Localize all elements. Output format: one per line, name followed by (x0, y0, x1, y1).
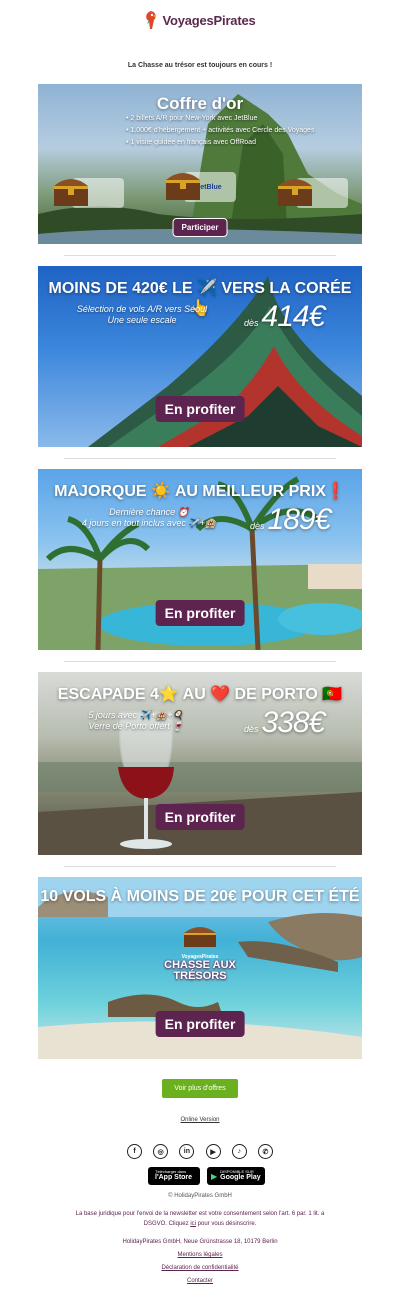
treasure-bullet-list: • 2 billets A/R pour New-York avec JetBl… (126, 113, 314, 149)
flights-title: 10 VOLS À MOINS DE 20€ POUR CET ÉTÉ (40, 888, 360, 905)
legal-line2: DSGVO. Cliquez ici pour vous désinscrire… (0, 1221, 400, 1227)
app-store-text: Télécharger dans l'App Store (155, 1170, 192, 1182)
treasure-bullet: • 1 visite guidée en français avec OffRo… (126, 139, 256, 146)
korea-sub-line1: Sélection de vols A/R vers Séoul (76, 304, 208, 314)
price-value: 414€ (261, 300, 326, 333)
participate-button[interactable]: Participer (172, 218, 228, 237)
company-address: HolidayPirates GmbH, Neue Grünstrasse 18… (122, 1239, 278, 1245)
treasure-title: Coffre d'or (156, 94, 244, 113)
porto-subtitle: 5 jours avec ✈️+🏨+🍳 Verre de Porto offer… (66, 710, 206, 732)
porto-title: ESCAPADE 4⭐ AU ❤️ DE PORTO 🇵🇹 (57, 686, 343, 703)
badge-chest-icon (184, 927, 216, 947)
social-links: f ◎ in ▶ ♪ ✆ (127, 1144, 273, 1160)
divider (64, 866, 336, 867)
porto-sub-line2: Verre de Porto offert 🍷 (88, 721, 184, 731)
linkedin-icon[interactable]: in (179, 1144, 195, 1159)
majorca-card[interactable]: MAJORQUE ☀️ AU MEILLEUR PRIX❗ Dernière c… (38, 469, 362, 650)
majorca-sub-line1: Dernière chance ⏰ (109, 507, 189, 517)
google-play-big: Google Play (220, 1174, 261, 1181)
online-version-link[interactable]: Online Version (180, 1117, 219, 1123)
treasure-bullet: • 2 billets A/R pour New-York avec JetBl… (126, 115, 258, 122)
porto-cta-button[interactable]: En profiter (155, 804, 245, 830)
chest-icon (166, 173, 200, 200)
flights-card[interactable]: 10 VOLS À MOINS DE 20€ POUR CET ÉTÉ Voya… (38, 877, 362, 1059)
whatsapp-icon[interactable]: ✆ (257, 1144, 273, 1159)
legal-notice-link[interactable]: Mentions légales (177, 1252, 222, 1258)
divider (64, 255, 336, 256)
contact-link[interactable]: Contacter (187, 1278, 213, 1284)
header: VoyagesPirates (0, 0, 400, 40)
majorca-sub-line2: 4 jours en tout inclus avec ✈️+🏨 (81, 518, 217, 528)
korea-subtitle: Sélection de vols A/R vers Séoul Une seu… (62, 304, 222, 326)
app-store-badge[interactable]: Télécharger dans l'App Store (148, 1167, 200, 1185)
chest-icon (278, 179, 312, 206)
legal-line1: La base juridique pour l'envoi de la new… (75, 1211, 325, 1217)
flights-cta-button[interactable]: En profiter (155, 1011, 245, 1037)
footer-link-row: Déclaration de confidentialité (0, 1265, 400, 1271)
more-offers-button[interactable]: Voir plus d'offres (162, 1079, 238, 1098)
privacy-link[interactable]: Déclaration de confidentialité (161, 1265, 238, 1271)
youtube-icon[interactable]: ▶ (205, 1144, 221, 1159)
legal-text-a: DSGVO. Cliquez (143, 1221, 191, 1227)
korea-cta-button[interactable]: En profiter (155, 396, 245, 422)
korea-price: dès 414€ (244, 300, 326, 334)
parrot-logo-icon (144, 10, 158, 30)
price-value: 189€ (267, 503, 332, 536)
copyright: © HolidayPirates GmbH (168, 1193, 232, 1199)
app-store-big: l'App Store (155, 1174, 193, 1181)
tiktok-icon[interactable]: ♪ (231, 1144, 247, 1159)
google-play-badge[interactable]: ▶ DISPONIBLE SUR Google Play (207, 1167, 265, 1185)
korea-card[interactable]: MOINS DE 420€ LE ✈️ VERS LA CORÉE 👆 Séle… (38, 266, 362, 447)
google-play-text: DISPONIBLE SUR Google Play (220, 1170, 260, 1182)
divider (64, 661, 336, 662)
brand-logo[interactable]: VoyagesPirates (162, 13, 255, 28)
majorca-title: MAJORQUE ☀️ AU MEILLEUR PRIX❗ (54, 483, 346, 500)
treasure-chest-1 (52, 174, 124, 212)
porto-sub-line1: 5 jours avec ✈️+🏨+🍳 (88, 710, 184, 720)
footer-link-row: Contacter (0, 1278, 400, 1284)
price-from: dès (250, 521, 265, 531)
treasure-chest-2: jetBlue (164, 168, 236, 206)
badge-line2: TRÉSORS (173, 970, 227, 982)
treasure-hunt-badge: VoyagesPirates CHASSE AUX TRÉSORS (150, 923, 250, 983)
treasure-bullet: • 1.000€ d'hébergement + activités avec … (126, 127, 315, 134)
treasure-chest-3 (276, 174, 348, 212)
legal-text-b: pour vous désinscrire. (195, 1221, 257, 1227)
divider (64, 458, 336, 459)
tagline: La Chasse au trésor est toujours en cour… (127, 62, 273, 69)
treasure-card[interactable]: Coffre d'or • 2 billets A/R pour New-Yor… (38, 84, 362, 244)
price-value: 338€ (261, 706, 326, 739)
porto-card[interactable]: ESCAPADE 4⭐ AU ❤️ DE PORTO 🇵🇹 5 jours av… (38, 672, 362, 855)
korea-sub-line2: Une seule escale (107, 315, 177, 325)
majorca-price: dès 189€ (250, 503, 332, 537)
google-play-icon: ▶ (211, 1171, 218, 1181)
price-from: dès (244, 318, 259, 328)
majorca-cta-button[interactable]: En profiter (155, 600, 245, 626)
facebook-icon[interactable]: f (127, 1144, 142, 1159)
majorca-subtitle: Dernière chance ⏰ 4 jours en tout inclus… (64, 507, 234, 529)
price-from: dès (244, 724, 259, 734)
footer-link-row: Mentions légales (0, 1252, 400, 1258)
porto-price: dès 338€ (244, 706, 326, 740)
chest-icon (54, 179, 88, 206)
online-version-row: Online Version (0, 1117, 400, 1123)
instagram-icon[interactable]: ◎ (153, 1144, 169, 1159)
